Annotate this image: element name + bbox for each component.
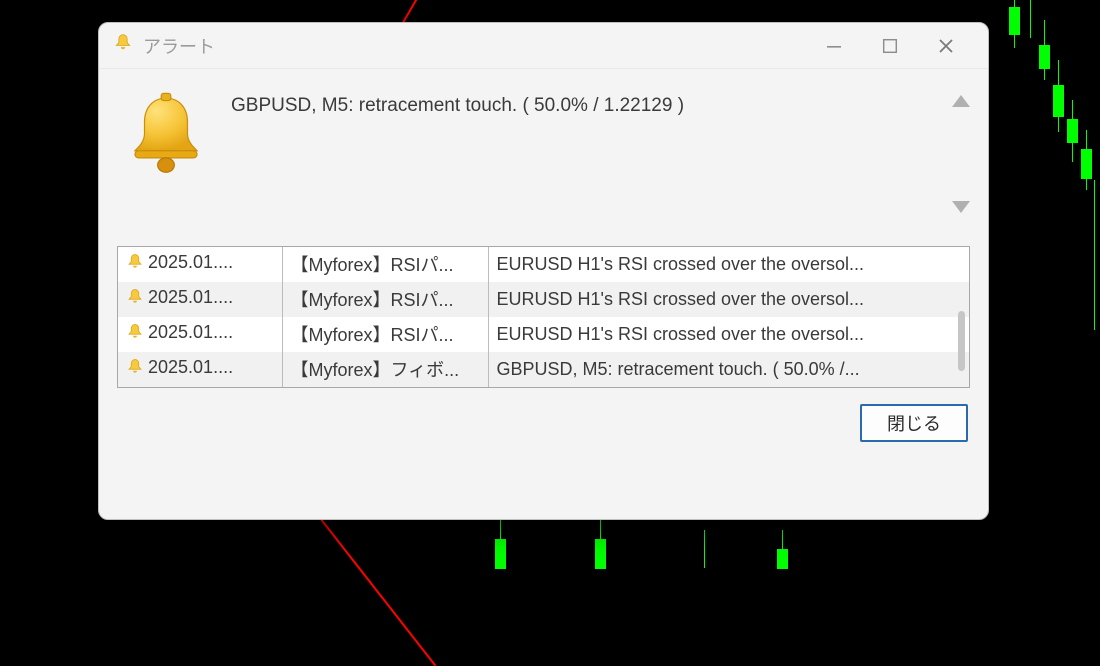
chart-candle — [1010, 8, 1019, 34]
chart-candle-wick — [1030, 0, 1031, 38]
close-button[interactable]: 閉じる — [860, 404, 968, 442]
scroll-up-button[interactable] — [952, 95, 970, 107]
window-title: アラート — [143, 33, 215, 59]
alert-source-cell: 【Myforex】RSIパ... — [282, 282, 488, 317]
minimize-button[interactable] — [806, 28, 862, 64]
alert-source-cell: 【Myforex】フィボ... — [282, 352, 488, 387]
chart-candle — [1040, 46, 1049, 68]
chart-candle — [778, 550, 787, 568]
chart-candle-wick — [704, 530, 705, 568]
alert-date-cell: 2025.01.... — [118, 247, 282, 282]
alert-message-cell: EURUSD H1's RSI crossed over the oversol… — [488, 247, 969, 282]
bell-icon — [126, 253, 144, 276]
alert-source-cell: 【Myforex】RSIパ... — [282, 247, 488, 282]
bell-icon — [127, 91, 205, 182]
bell-icon — [113, 33, 133, 58]
scrollbar-thumb[interactable] — [958, 311, 965, 371]
table-row[interactable]: 2025.01.... 【Myforex】RSIパ...EURUSD H1's R… — [118, 317, 969, 352]
alert-source-cell: 【Myforex】RSIパ... — [282, 317, 488, 352]
alert-dialog: アラート — [98, 22, 989, 520]
bell-icon — [126, 323, 144, 346]
alert-date-cell: 2025.01.... — [118, 352, 282, 387]
alert-date-cell: 2025.01.... — [118, 282, 282, 317]
close-button-label: 閉じる — [887, 410, 941, 436]
close-window-button[interactable] — [918, 28, 974, 64]
table-row[interactable]: 2025.01.... 【Myforex】フィボ...GBPUSD, M5: re… — [118, 352, 969, 387]
alert-message-cell: EURUSD H1's RSI crossed over the oversol… — [488, 282, 969, 317]
table-row[interactable]: 2025.01.... 【Myforex】RSIパ...EURUSD H1's R… — [118, 282, 969, 317]
table-row[interactable]: 2025.01.... 【Myforex】RSIパ...EURUSD H1's R… — [118, 247, 969, 282]
dialog-footer: 閉じる — [99, 388, 988, 442]
scroll-down-button[interactable] — [952, 201, 970, 213]
titlebar: アラート — [99, 23, 988, 69]
chart-candle — [496, 540, 505, 568]
alert-list: 2025.01.... 【Myforex】RSIパ...EURUSD H1's R… — [117, 246, 970, 388]
alert-message-cell: EURUSD H1's RSI crossed over the oversol… — [488, 317, 969, 352]
bell-icon — [126, 358, 144, 381]
alert-date: 2025.01.... — [148, 252, 233, 272]
summary-scroll — [952, 95, 970, 213]
alert-summary-message: GBPUSD, M5: retracement touch. ( 50.0% /… — [231, 91, 684, 117]
chart-candle — [1068, 120, 1077, 142]
alert-date: 2025.01.... — [148, 322, 233, 342]
alert-date-cell: 2025.01.... — [118, 317, 282, 352]
chart-candle — [1054, 86, 1063, 116]
alert-date: 2025.01.... — [148, 287, 233, 307]
chart-candle-wick — [1094, 180, 1095, 330]
maximize-button[interactable] — [862, 28, 918, 64]
bell-icon — [126, 288, 144, 311]
chart-candle — [596, 540, 605, 568]
alert-summary-area: GBPUSD, M5: retracement touch. ( 50.0% /… — [99, 69, 988, 182]
chart-candle — [1082, 150, 1091, 178]
alert-message-cell: GBPUSD, M5: retracement touch. ( 50.0% /… — [488, 352, 969, 387]
alert-date: 2025.01.... — [148, 357, 233, 377]
